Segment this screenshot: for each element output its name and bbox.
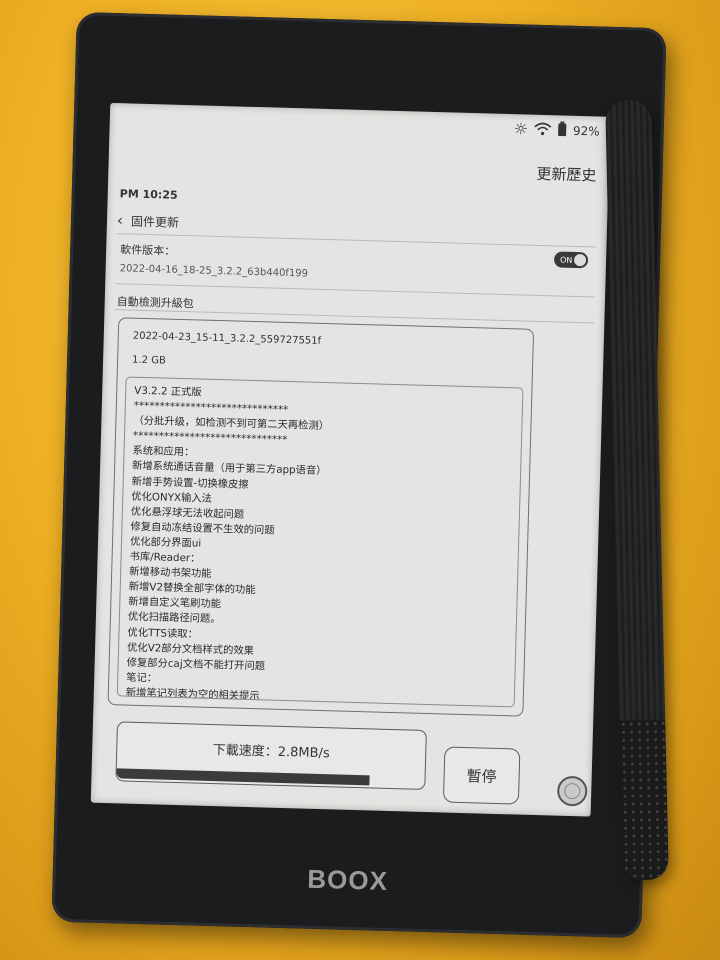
divider: [116, 233, 597, 248]
download-speed-text: 下載速度：2.8MB/s: [212, 743, 330, 762]
progress-bar: [116, 768, 424, 787]
update-package-card: 2022-04-23_15-11_3.2.2_559727551f 1.2 GB…: [107, 317, 535, 717]
download-progress-box: 下載速度：2.8MB/s: [115, 721, 427, 790]
toggle-label: ON: [559, 255, 573, 265]
toggle-knob: [573, 253, 587, 267]
status-bar: ☼ 92%: [513, 119, 600, 140]
progress-fill: [116, 768, 370, 786]
package-name: 2022-04-23_15-11_3.2.2_559727551f: [132, 330, 322, 347]
page-title: 固件更新: [130, 214, 180, 230]
pause-button[interactable]: 暫停: [442, 746, 521, 805]
eink-screen: ☼ 92% 更新歷史 PM 10:25 ‹ 固件更新 軟件版本： 2022-04…: [90, 102, 611, 817]
battery-icon: [558, 121, 567, 139]
software-version-label: 軟件版本：: [120, 243, 176, 258]
stylus-grip: [619, 719, 669, 881]
sun-icon[interactable]: ☼: [513, 119, 528, 138]
software-version-value: 2022-04-16_18-25_3.2.2_63b440f199: [119, 263, 309, 280]
update-history-link[interactable]: 更新歷史: [536, 163, 597, 186]
page-header: ‹ 固件更新: [117, 211, 179, 231]
floating-ball-icon[interactable]: [556, 775, 588, 807]
release-notes-panel[interactable]: V3.2.2 正式版 ******************************…: [116, 376, 524, 708]
brand-logo: BOOX: [306, 863, 389, 896]
auto-update-toggle[interactable]: ON: [553, 251, 589, 269]
clock: PM 10:25: [119, 187, 178, 202]
wifi-icon: [534, 121, 552, 138]
ereader-device: ☼ 92% 更新歷史 PM 10:25 ‹ 固件更新 軟件版本： 2022-04…: [51, 11, 667, 939]
release-notes-list: V3.2.2 正式版 ******************************…: [117, 377, 523, 708]
back-arrow-icon[interactable]: ‹: [117, 211, 124, 229]
battery-percent: 92%: [572, 123, 600, 139]
package-size: 1.2 GB: [131, 354, 166, 367]
